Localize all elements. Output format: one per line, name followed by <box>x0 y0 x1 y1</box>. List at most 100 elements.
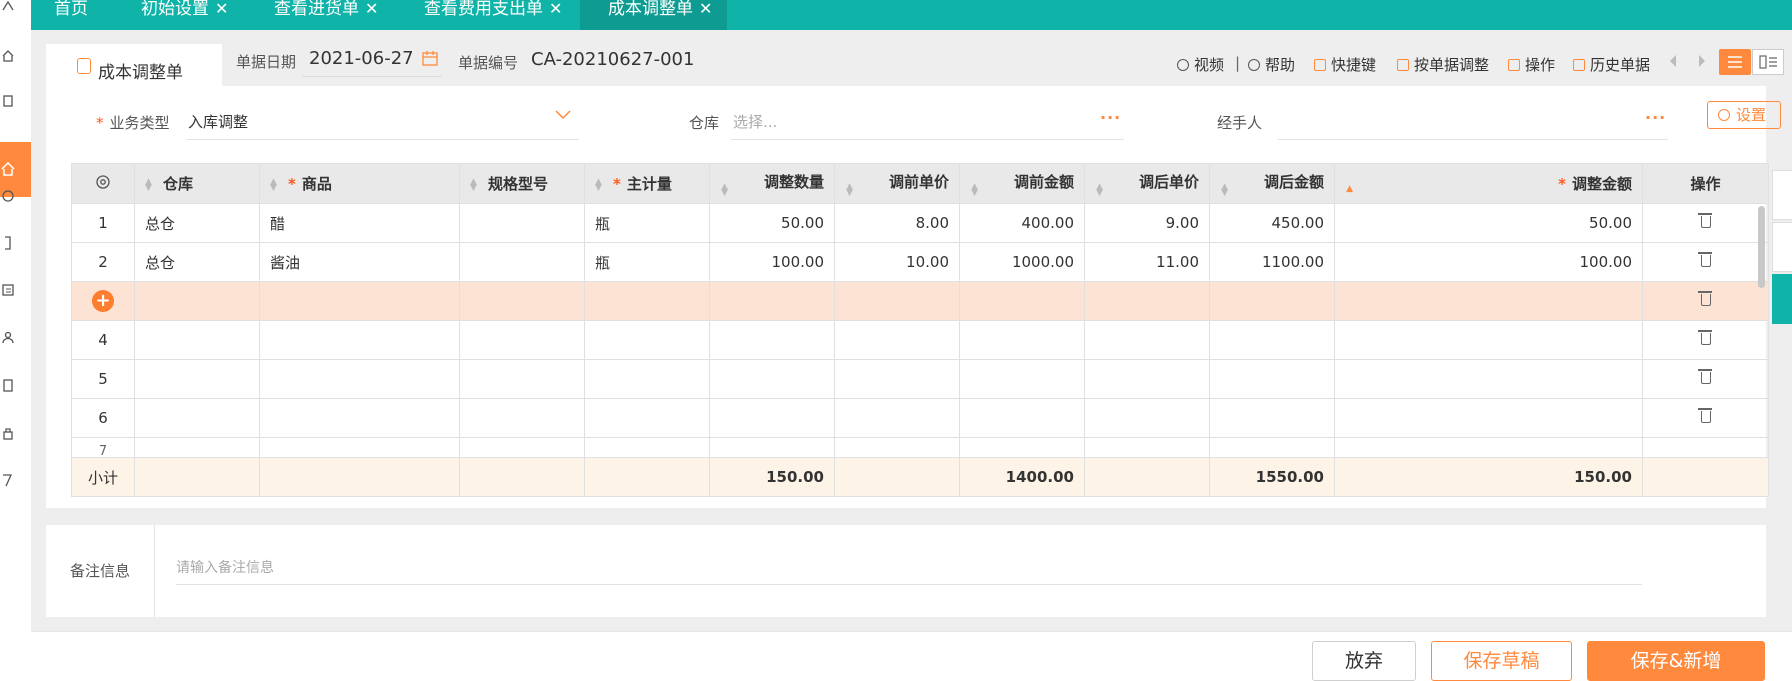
table-row-active[interactable]: + <box>71 281 1769 321</box>
user-icon[interactable] <box>2 331 16 345</box>
cell-price-after[interactable] <box>1084 398 1210 438</box>
settings-button[interactable]: 设置 <box>1707 101 1781 129</box>
cell-price-before[interactable] <box>834 359 960 399</box>
cell-spec[interactable] <box>459 242 585 282</box>
cell-price-before[interactable]: 8.00 <box>834 203 960 243</box>
cell-amount-after[interactable] <box>1209 398 1335 438</box>
table-row[interactable]: 4 <box>71 320 1769 360</box>
tab-initial-settings[interactable]: 初始设置 ✕ <box>141 0 247 30</box>
side-image-button[interactable] <box>1772 274 1792 324</box>
cell-product[interactable] <box>259 281 460 321</box>
cell-adj-amount[interactable] <box>1334 281 1643 321</box>
doc-tab[interactable]: 成本调整单 <box>46 44 222 86</box>
bag-icon[interactable] <box>2 188 16 202</box>
sort-icon[interactable]: ▲ ▼ <box>595 177 603 192</box>
col-unit[interactable]: ▲ ▼ * 主计量 <box>584 163 710 204</box>
col-warehouse[interactable]: ▲ ▼ 仓库 <box>134 163 260 204</box>
cell-adj-amount[interactable]: 50.00 <box>1334 203 1643 243</box>
chevron-left-icon[interactable] <box>1668 54 1678 68</box>
trash-icon[interactable] <box>1697 252 1712 267</box>
cell-price-after[interactable] <box>1084 281 1210 321</box>
cell-amount-after[interactable] <box>1209 320 1335 360</box>
cell-spec[interactable] <box>459 320 585 360</box>
save-draft-button[interactable]: 保存草稿 <box>1431 641 1572 681</box>
cell-amount-after[interactable]: 450.00 <box>1209 203 1335 243</box>
cell-warehouse[interactable] <box>134 281 260 321</box>
side-doc-button[interactable] <box>1772 170 1792 220</box>
sort-icon[interactable]: ▲ ▼ <box>720 183 728 198</box>
cell-amount-before[interactable] <box>959 320 1085 360</box>
cell-amount-after[interactable] <box>1209 437 1335 458</box>
cell-warehouse[interactable]: 总仓 <box>134 242 260 282</box>
bracket-icon[interactable] <box>2 236 16 250</box>
handler-more-button[interactable]: ··· <box>1645 108 1666 127</box>
lock-icon[interactable] <box>2 426 16 440</box>
warehouse-input[interactable]: 选择... <box>733 111 777 132</box>
cell-price-before[interactable] <box>834 398 960 438</box>
cell-warehouse[interactable] <box>134 359 260 399</box>
trash-icon[interactable] <box>1697 408 1712 423</box>
side-cloud-button[interactable] <box>1772 222 1792 272</box>
cell-warehouse[interactable] <box>134 320 260 360</box>
table-row[interactable]: 1 总仓 醋 瓶 50.00 8.00 400.00 9.00 450.00 5… <box>71 203 1769 243</box>
cell-product[interactable] <box>259 398 460 438</box>
cell-spec[interactable] <box>459 437 585 458</box>
cell-adj-amount[interactable] <box>1334 437 1643 458</box>
sort-icon[interactable]: ▲ ▼ <box>1095 183 1103 198</box>
cell-amount-before[interactable] <box>959 398 1085 438</box>
cell-adj-qty[interactable]: 50.00 <box>709 203 835 243</box>
cell-spec[interactable] <box>459 203 585 243</box>
cell-adj-amount[interactable] <box>1334 359 1643 399</box>
remark-input[interactable]: 请输入备注信息 <box>176 557 274 577</box>
card-view-button[interactable] <box>1752 49 1784 75</box>
sort-icon[interactable]: ▲ ▼ <box>270 177 278 192</box>
biz-type-select[interactable]: 入库调整 <box>188 111 248 132</box>
cell-amount-after[interactable]: 1100.00 <box>1209 242 1335 282</box>
cell-unit[interactable] <box>584 359 710 399</box>
cell-product[interactable]: 醋 <box>259 203 460 243</box>
cell-amount-before[interactable]: 400.00 <box>959 203 1085 243</box>
date-field[interactable]: 2021-06-27 <box>309 48 414 69</box>
cell-unit[interactable] <box>584 320 710 360</box>
table-row[interactable]: 6 <box>71 398 1769 438</box>
calendar-icon[interactable] <box>422 50 438 66</box>
cell-price-before[interactable] <box>834 320 960 360</box>
chevron-down-icon[interactable] <box>555 110 571 120</box>
tab-home[interactable]: 首页 <box>54 0 114 30</box>
grid-icon[interactable] <box>2 283 16 297</box>
column-settings[interactable] <box>71 163 135 204</box>
col-price-after[interactable]: ▲ ▼ 调后单价 <box>1084 163 1210 204</box>
cell-spec[interactable] <box>459 398 585 438</box>
close-icon[interactable]: ✕ <box>549 0 562 18</box>
cell-price-after[interactable] <box>1084 320 1210 360</box>
sort-icon[interactable]: ▲ ▼ <box>470 177 478 192</box>
table-row[interactable]: 5 <box>71 359 1769 399</box>
cell-price-after[interactable] <box>1084 437 1210 458</box>
home-icon[interactable] <box>2 50 16 64</box>
table-scrollbar[interactable] <box>1758 206 1765 288</box>
close-icon[interactable]: ✕ <box>215 0 228 18</box>
trash-icon[interactable] <box>1697 213 1712 228</box>
adjust-by-doc-button[interactable]: 按单据调整 <box>1397 54 1489 75</box>
col-amount-before[interactable]: ▲ ▼ 调前金额 <box>959 163 1085 204</box>
cell-adj-qty[interactable] <box>709 437 835 458</box>
sort-icon[interactable]: ▲ ▼ <box>845 183 853 198</box>
cell-product[interactable]: 酱油 <box>259 242 460 282</box>
cell-product[interactable] <box>259 437 460 458</box>
cell-adj-qty[interactable]: 100.00 <box>709 242 835 282</box>
tab-view-purchase[interactable]: 查看进货单 ✕ <box>274 0 398 30</box>
table-row[interactable]: 2 总仓 酱油 瓶 100.00 10.00 1000.00 11.00 110… <box>71 242 1769 282</box>
cell-amount-before[interactable] <box>959 359 1085 399</box>
cell-adj-qty[interactable] <box>709 398 835 438</box>
cell-unit[interactable] <box>584 437 710 458</box>
handler-input[interactable] <box>1278 139 1668 140</box>
cell-warehouse[interactable] <box>134 437 260 458</box>
tab-view-expense[interactable]: 查看费用支出单 ✕ <box>424 0 574 30</box>
cell-spec[interactable] <box>459 281 585 321</box>
cell-price-after[interactable]: 9.00 <box>1084 203 1210 243</box>
cell-price-before[interactable] <box>834 437 960 458</box>
trash-icon[interactable] <box>1697 330 1712 345</box>
col-price-before[interactable]: ▲ ▼ 调前单价 <box>834 163 960 204</box>
document-icon[interactable] <box>2 95 16 109</box>
cell-unit[interactable] <box>584 398 710 438</box>
